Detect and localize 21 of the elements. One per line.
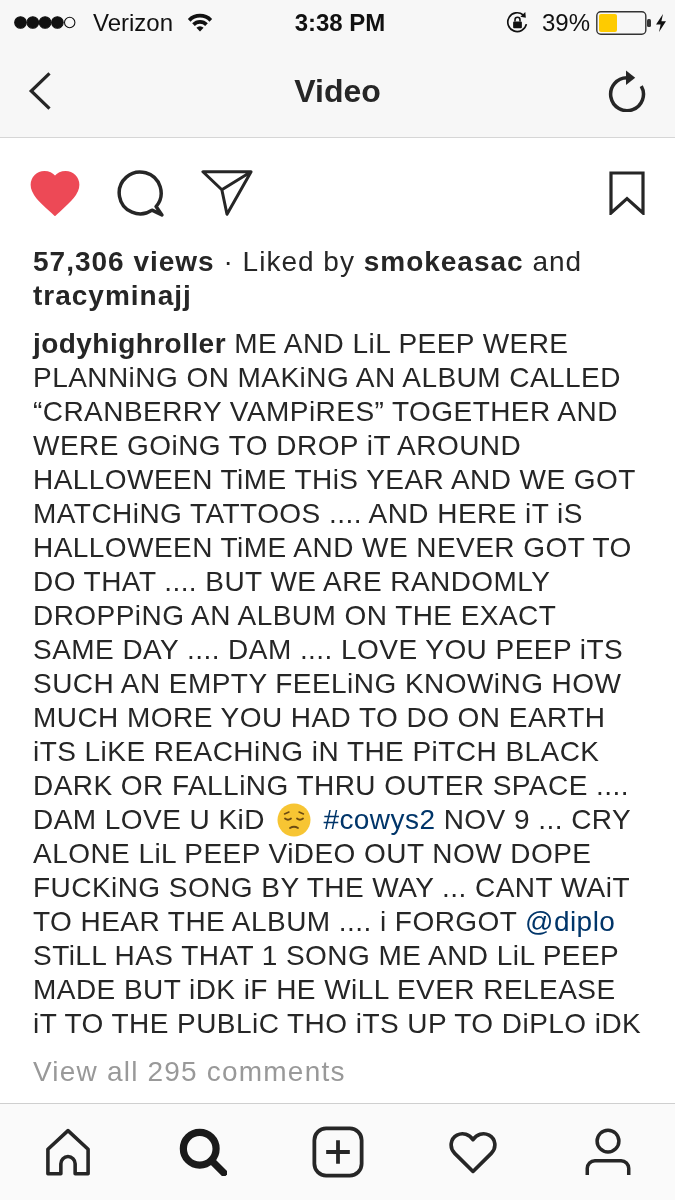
signal-strength-icon	[14, 16, 76, 29]
wifi-icon	[187, 13, 214, 32]
mention-link[interactable]: @diplo	[525, 906, 616, 937]
post-caption: jodyhighroller ME AND LiL PEEP WERE PLANNiNG ON MAKiNG AN ALBUM CALLED “CRANBERRY VAMPiRES” TOGETHER AND WERE GOiNG TO DROP iT AROUND HALLOWEEN TiME THiS YEAR AND WE GOT MATCHiNG TATTOOS .... AND HERE iT iS HALLOWEEN TiME AND WE NEVER GOT TO DO THAT .... BUT WE ARE RANDOMLY DROPPiNG AN ALBUM ON THE EXACT SAME DAY .... DAM .... LOVE YOU PEEP iTS SUCH AN EMPTY FEELiNG KNOWiNG HOW MUCH MORE YOU HAD TO DO ON EARTH iTS LiKE REACHiNG iN THE PiTCH BLACK DARK OR FALLiNG THRU OUTER SPACE .... DAM LOVE U KiD #cowys2 NOV 9 ... CRY ALONE LiL PEEP ViDEO OUT NOW DOPE FUCKiNG SONG BY THE WAY ... CANT WAiT TO HEAR THE ALBUM .... i FORGOT @diplo STiLL HAS THAT 1 SONG ME AND LiL PEEP MADE BUT iDK iF HE WiLL EVER RELEASE iT TO THE PUBLiC THO iTS UP TO DiPLO iDK	[31, 327, 643, 1041]
back-chevron-icon[interactable]	[28, 72, 52, 110]
clock-time: 3:38 PM	[294, 8, 386, 37]
battery-percentage: 39%	[541, 8, 590, 37]
heart-icon[interactable]	[30, 170, 80, 216]
bookmark-icon[interactable]	[609, 171, 645, 215]
charging-bolt-icon	[656, 13, 666, 32]
username-link[interactable]: jodyhighroller	[33, 328, 226, 359]
likes-summary: 57,306 views · Liked by smokeasac and tracyminajj	[32, 245, 584, 313]
refresh-icon[interactable]	[607, 70, 647, 112]
screen-title: Video	[294, 72, 381, 110]
hashtag-link[interactable]: #cowys2	[323, 804, 436, 835]
carrier-name: Verizon	[93, 8, 174, 37]
paper-plane-icon[interactable]	[201, 170, 253, 216]
sad-face-icon	[277, 803, 312, 837]
battery-icon	[596, 10, 651, 35]
rotation-lock-icon	[504, 10, 530, 35]
speech-bubble-icon[interactable]	[117, 169, 164, 217]
